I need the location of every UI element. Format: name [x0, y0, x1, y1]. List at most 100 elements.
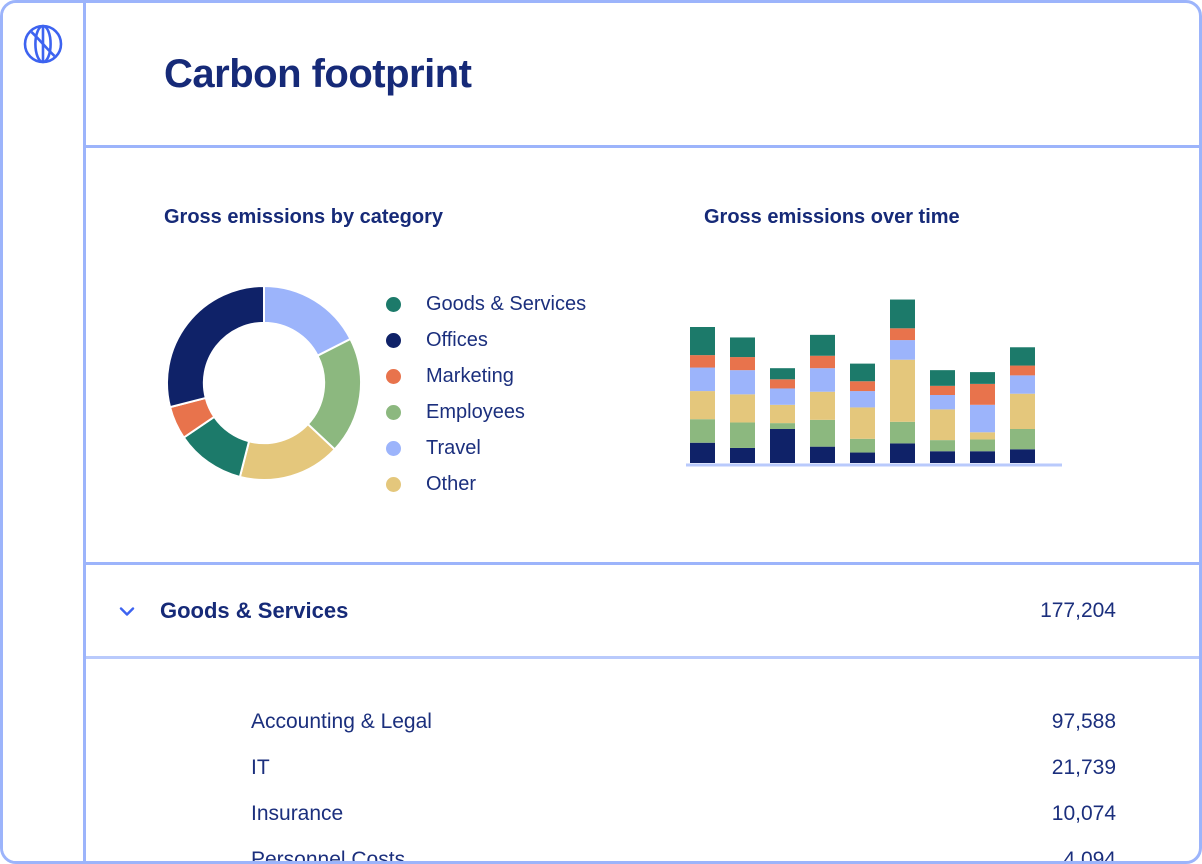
donut-chart[interactable] — [164, 283, 364, 483]
chevron-down-icon[interactable] — [116, 600, 138, 622]
donut-chart-legend: Goods & Services Offices Marketing Employee… — [386, 286, 586, 502]
bar-segment[interactable] — [930, 386, 955, 395]
bar-segment[interactable] — [730, 337, 755, 357]
bar-segment[interactable] — [730, 394, 755, 422]
detail-row-value: 97,588 — [1052, 710, 1116, 734]
legend-swatch-icon — [386, 477, 401, 492]
bar-segment[interactable] — [890, 328, 915, 340]
legend-swatch-icon — [386, 405, 401, 420]
bar-segment[interactable] — [730, 357, 755, 370]
donut-chart-title: Gross emissions by category — [164, 206, 443, 229]
bar-segment[interactable] — [1010, 366, 1035, 376]
detail-row[interactable]: Accounting & Legal97,588 — [251, 699, 1116, 745]
charts-panel: Gross emissions by category Gross emissi… — [86, 148, 1199, 565]
bar-segment[interactable] — [810, 356, 835, 368]
bar-segment[interactable] — [810, 368, 835, 392]
legend-item-label: Other — [426, 473, 476, 496]
bar-segment[interactable] — [890, 443, 915, 463]
group-row-label: Goods & Services — [160, 598, 1040, 624]
detail-row-name: IT — [251, 756, 1052, 780]
bar-segment[interactable] — [770, 429, 795, 463]
bar-segment[interactable] — [730, 370, 755, 394]
legend-item[interactable]: Marketing — [386, 358, 586, 394]
legend-item[interactable]: Travel — [386, 430, 586, 466]
bar-segment[interactable] — [810, 335, 835, 356]
legend-item[interactable]: Other — [386, 466, 586, 502]
legend-item-label: Marketing — [426, 365, 514, 388]
legend-item-label: Offices — [426, 329, 488, 352]
bar-segment[interactable] — [890, 422, 915, 444]
bar-segment[interactable] — [890, 360, 915, 422]
bar-segment[interactable] — [850, 407, 875, 438]
donut-chart-svg — [164, 283, 364, 483]
detail-row-name: Accounting & Legal — [251, 710, 1052, 734]
bar-segment[interactable] — [770, 379, 795, 388]
legend-item[interactable]: Employees — [386, 394, 586, 430]
bar-segment[interactable] — [970, 372, 995, 384]
detail-rows-list: Accounting & Legal97,588IT21,739Insuranc… — [86, 659, 1199, 864]
app-window: Carbon footprint Gross emissions by cate… — [0, 0, 1202, 864]
bar-segment[interactable] — [850, 439, 875, 453]
bar-segment[interactable] — [770, 405, 795, 423]
bar-segment[interactable] — [1010, 429, 1035, 449]
bar-segment[interactable] — [930, 395, 955, 409]
bar-segment[interactable] — [730, 448, 755, 463]
legend-swatch-icon — [386, 441, 401, 456]
bar-segment[interactable] — [690, 327, 715, 355]
detail-row[interactable]: Insurance10,074 — [251, 791, 1116, 837]
bar-chart-title: Gross emissions over time — [704, 206, 960, 229]
bar-chart[interactable] — [686, 278, 1066, 493]
bar-chart-svg — [686, 278, 1066, 493]
bar-segment[interactable] — [970, 439, 995, 451]
sidebar-rail — [3, 3, 86, 861]
bar-segment[interactable] — [970, 384, 995, 405]
bar-segment[interactable] — [690, 368, 715, 392]
bar-segment[interactable] — [770, 423, 795, 429]
bar-segment[interactable] — [890, 300, 915, 329]
bar-segment[interactable] — [1010, 375, 1035, 393]
bar-segment[interactable] — [730, 422, 755, 448]
bar-segment[interactable] — [850, 381, 875, 391]
legend-swatch-icon — [386, 297, 401, 312]
detail-row-value: 21,739 — [1052, 756, 1116, 780]
globe-icon[interactable] — [20, 21, 66, 67]
main-content: Carbon footprint Gross emissions by cate… — [86, 3, 1199, 861]
bar-segment[interactable] — [850, 391, 875, 407]
bar-segment[interactable] — [690, 355, 715, 367]
detail-row[interactable]: Personnel Costs4,094 — [251, 837, 1116, 864]
detail-row-value: 10,074 — [1052, 802, 1116, 826]
legend-item-label: Employees — [426, 401, 525, 424]
bar-segment[interactable] — [930, 409, 955, 440]
bar-segment[interactable] — [810, 392, 835, 420]
legend-item-label: Travel — [426, 437, 481, 460]
bar-segment[interactable] — [930, 451, 955, 463]
bar-segment[interactable] — [850, 364, 875, 382]
donut-slice[interactable] — [167, 286, 264, 407]
bar-segment[interactable] — [770, 388, 795, 404]
bar-segment[interactable] — [810, 420, 835, 447]
bar-segment[interactable] — [890, 340, 915, 360]
page-title: Carbon footprint — [164, 54, 472, 94]
detail-row-name: Insurance — [251, 802, 1052, 826]
bar-segment[interactable] — [970, 451, 995, 463]
bar-segment[interactable] — [690, 391, 715, 419]
bar-segment[interactable] — [1010, 347, 1035, 365]
group-row-value: 177,204 — [1040, 599, 1116, 623]
bar-segment[interactable] — [930, 440, 955, 451]
detail-row[interactable]: IT21,739 — [251, 745, 1116, 791]
bar-segment[interactable] — [810, 447, 835, 463]
group-row-goods-services[interactable]: Goods & Services 177,204 — [86, 565, 1199, 659]
bar-segment[interactable] — [970, 405, 995, 432]
detail-row-name: Personnel Costs — [251, 848, 1063, 864]
bar-segment[interactable] — [690, 443, 715, 463]
bar-segment[interactable] — [1010, 449, 1035, 463]
bar-segment[interactable] — [930, 370, 955, 386]
legend-item[interactable]: Goods & Services — [386, 286, 586, 322]
bar-segment[interactable] — [690, 419, 715, 443]
bar-segment[interactable] — [850, 453, 875, 463]
legend-swatch-icon — [386, 369, 401, 384]
legend-item[interactable]: Offices — [386, 322, 586, 358]
bar-segment[interactable] — [770, 368, 795, 379]
bar-segment[interactable] — [970, 432, 995, 439]
bar-segment[interactable] — [1010, 394, 1035, 429]
